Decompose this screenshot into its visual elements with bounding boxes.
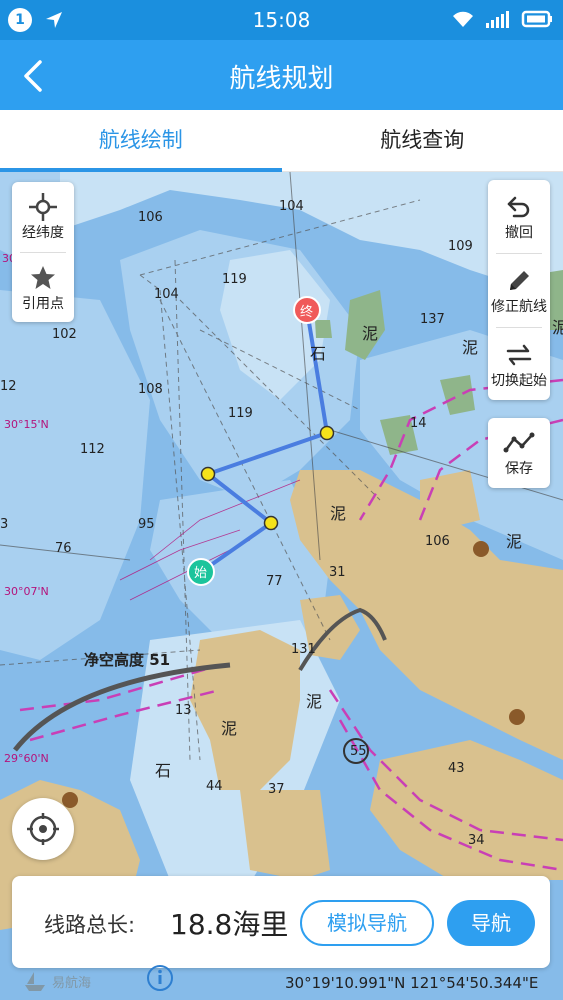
battery-icon [521, 10, 552, 28]
depth-label: 102 [52, 327, 77, 342]
seabed-label: 泥 [362, 324, 379, 343]
seabed-label: 泥 [330, 504, 347, 523]
depth-label: 55 [350, 744, 367, 759]
save-panel: 保存 [488, 418, 550, 488]
bridge-clearance-label: 净空高度 51 [84, 651, 171, 669]
lat-lon-tool-label: 经纬度 [22, 225, 64, 241]
latitude-label: 30°07'N [4, 585, 49, 598]
brand-watermark: 易航海 [22, 968, 118, 998]
coordinate-readout: 30°19'10.991"N 121°54'50.344"E [285, 974, 539, 992]
locate-button[interactable] [12, 798, 74, 860]
save-label: 保存 [505, 461, 533, 477]
swap-icon [506, 344, 532, 365]
depth-label: 13 [175, 703, 192, 718]
depth-label: 119 [228, 406, 253, 421]
latitude-label: 30°15'N [4, 418, 49, 431]
lat-lon-tool-button[interactable]: 经纬度 [12, 182, 74, 252]
navigate-button[interactable]: 导航 [447, 900, 535, 946]
route-summary-card: 线路总长: 18.8海里 模拟导航 导航 [12, 876, 550, 968]
latitude-label: 29°60'N [4, 752, 49, 765]
left-tool-panel: 经纬度 引用点 [12, 182, 74, 322]
edit-route-label: 修正航线 [491, 298, 547, 315]
reference-point-tool-label: 引用点 [22, 296, 64, 312]
seabed-label: 石 [310, 344, 327, 363]
seabed-label: 泥 [306, 692, 323, 711]
seabed-label: 石 [155, 761, 172, 780]
route-icon [503, 432, 535, 453]
tab-bar: 航线绘制 航线查询 [0, 110, 563, 172]
tab-route-query[interactable]: 航线查询 [282, 110, 563, 171]
depth-label: 95 [138, 517, 155, 532]
locate-target-icon [27, 813, 59, 845]
seabed-label: 泥 [552, 318, 563, 337]
depth-label: 76 [55, 541, 72, 556]
depth-label: 14 [410, 416, 427, 431]
swap-start-end-label: 切换起始 [491, 372, 547, 389]
seabed-label: 泥 [506, 532, 523, 551]
page-title: 航线规划 [229, 64, 334, 94]
depth-label: 119 [222, 272, 247, 287]
waypoint[interactable] [200, 466, 216, 482]
depth-label: 43 [448, 761, 465, 776]
depth-label: 108 [138, 382, 163, 397]
depth-label: 106 [138, 210, 163, 225]
depth-label: 37 [268, 782, 285, 797]
edit-route-button[interactable]: 修正航线 [488, 254, 550, 327]
depth-label: 109 [448, 239, 473, 254]
seabed-label: 泥 [221, 719, 238, 738]
swap-start-end-button[interactable]: 切换起始 [488, 328, 550, 401]
depth-label: 34 [468, 833, 485, 848]
star-icon [31, 266, 55, 289]
app-header: 航线规划 [0, 40, 563, 110]
depth-label: 31 [329, 565, 346, 580]
pencil-icon [510, 270, 529, 290]
tab-route-draw[interactable]: 航线绘制 [0, 110, 282, 172]
save-button[interactable]: 保存 [488, 418, 550, 488]
depth-label: 137 [420, 312, 445, 327]
depth-label: 112 [80, 442, 105, 457]
brand-name: 易航海 [52, 976, 92, 991]
end-marker-label: 终 [300, 305, 314, 320]
depth-label: 131 [291, 642, 316, 657]
info-icon[interactable] [146, 964, 174, 992]
depth-label: 3 [0, 517, 9, 532]
route-length-label: 线路总长: [44, 913, 136, 937]
depth-label: 106 [425, 534, 450, 549]
ship-logo-icon [25, 972, 45, 991]
crosshair-icon [29, 193, 57, 221]
depth-label: 104 [154, 287, 179, 302]
depth-label: 77 [266, 574, 283, 589]
waypoint[interactable] [263, 515, 279, 531]
reference-point-tool-button[interactable]: 引用点 [12, 253, 74, 323]
simulate-navigation-button[interactable]: 模拟导航 [300, 900, 434, 946]
waypoint[interactable] [319, 425, 335, 441]
seabed-label: 泥 [462, 338, 479, 357]
undo-button[interactable]: 撤回 [488, 180, 550, 253]
depth-label: 104 [279, 199, 304, 214]
right-tool-panel: 撤回 修正航线 切换起始 [488, 180, 550, 400]
start-marker-label: 始 [194, 566, 208, 581]
undo-icon [507, 196, 530, 217]
status-bar: 1 15:08 [0, 0, 563, 40]
undo-label: 撤回 [505, 224, 533, 241]
depth-label: 12 [0, 379, 17, 394]
wifi-icon [453, 11, 473, 27]
depth-label: 44 [206, 779, 223, 794]
signal-icon [486, 11, 509, 28]
route-length-value: 18.8海里 [170, 908, 289, 941]
